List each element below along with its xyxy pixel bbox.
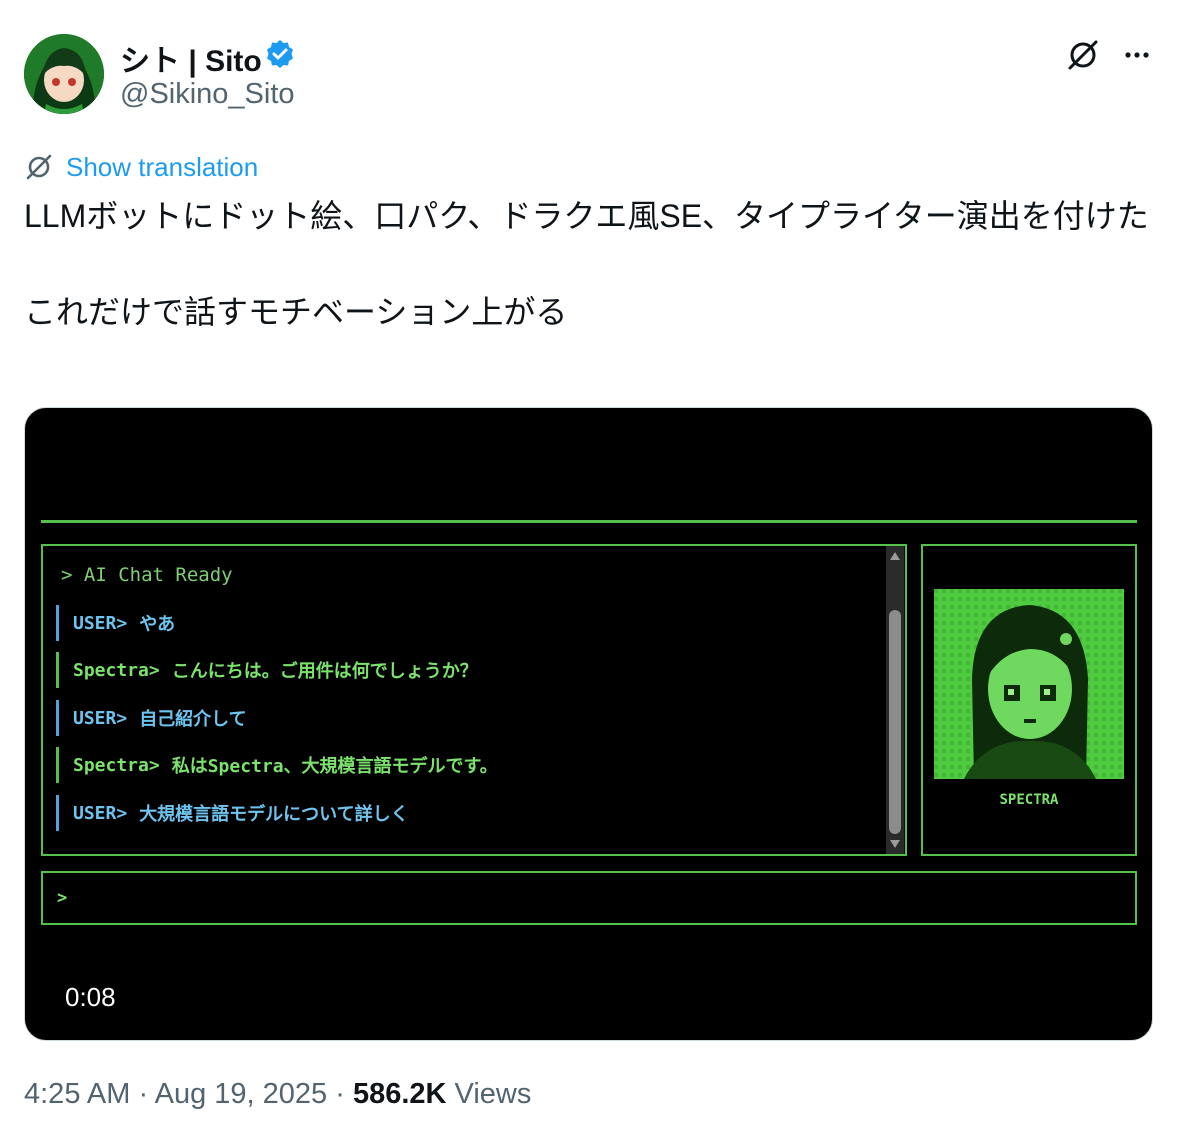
meta-separator: · bbox=[335, 1078, 345, 1110]
message-speaker: Spectra> bbox=[73, 754, 160, 776]
grok-icon bbox=[26, 154, 52, 180]
anime-avatar-icon bbox=[24, 34, 104, 114]
author-avatar[interactable] bbox=[24, 34, 104, 114]
scroll-down-arrow-icon[interactable] bbox=[890, 840, 900, 848]
chat-input-box[interactable] bbox=[41, 871, 1137, 925]
scroll-up-arrow-icon[interactable] bbox=[890, 552, 900, 560]
pixel-girl-portrait-icon bbox=[934, 589, 1124, 779]
chat-message: USER> 自己紹介して bbox=[56, 700, 247, 736]
character-name: SPECTRA bbox=[999, 792, 1059, 808]
more-icon bbox=[1125, 52, 1149, 58]
post-date[interactable]: Aug 19, 2025 bbox=[155, 1078, 328, 1110]
character-portrait bbox=[934, 589, 1124, 779]
message-speaker: Spectra> bbox=[73, 659, 160, 681]
tweet-meta: 4:25 AM · Aug 19, 2025 · 586.2K Views bbox=[24, 1078, 531, 1111]
author-display-name[interactable]: シト | Sito bbox=[120, 36, 262, 80]
message-text: 自己紹介して bbox=[139, 709, 247, 730]
video-player[interactable]: > AI Chat Ready USER> やあ Spectra> こんにちは。… bbox=[24, 407, 1153, 1041]
message-text: 大規模言語モデルについて詳しく bbox=[139, 804, 409, 825]
message-speaker: USER> bbox=[73, 612, 128, 634]
message-text: こんにちは。ご用件は何でしょうか？ bbox=[171, 661, 478, 682]
post-time[interactable]: 4:25 AM bbox=[24, 1078, 130, 1110]
message-speaker: USER> bbox=[73, 802, 128, 824]
show-translation-link[interactable]: Show translation bbox=[66, 152, 258, 183]
grok-icon bbox=[1068, 40, 1098, 70]
chat-message: USER> やあ bbox=[56, 605, 175, 641]
author-handle[interactable]: @Sikino_Sito bbox=[120, 78, 295, 111]
more-options-button[interactable] bbox=[1120, 38, 1154, 72]
system-status-line: > AI Chat Ready bbox=[61, 564, 233, 586]
message-text: やあ bbox=[139, 614, 176, 635]
translation-row: Show translation bbox=[24, 150, 258, 184]
scrollbar-thumb[interactable] bbox=[889, 610, 901, 834]
views-count: 586.2K bbox=[352, 1078, 447, 1110]
chat-message: Spectra> こんにちは。ご用件は何でしょうか？ bbox=[56, 652, 478, 688]
meta-separator: · bbox=[138, 1078, 149, 1110]
grok-button[interactable] bbox=[1066, 38, 1100, 72]
chat-message: USER> 大規模言語モデルについて詳しく bbox=[56, 795, 409, 831]
terminal-divider bbox=[41, 520, 1137, 523]
views-label: Views bbox=[454, 1078, 532, 1110]
chat-message: Spectra> 私はSpectra、大規模言語モデルです。 bbox=[56, 747, 498, 783]
verified-badge-icon[interactable] bbox=[264, 38, 296, 70]
input-prompt: > bbox=[57, 888, 68, 908]
chat-scrollbar[interactable] bbox=[886, 546, 904, 854]
message-text: 私はSpectra、大規模言語モデルです。 bbox=[171, 756, 498, 777]
message-speaker: USER> bbox=[73, 707, 128, 729]
video-timestamp: 0:08 bbox=[65, 982, 116, 1012]
tweet-text: LLMボットにドット絵、口パク、ドラクエ風SE、タイプライター演出を付けた これ… bbox=[24, 198, 1149, 330]
